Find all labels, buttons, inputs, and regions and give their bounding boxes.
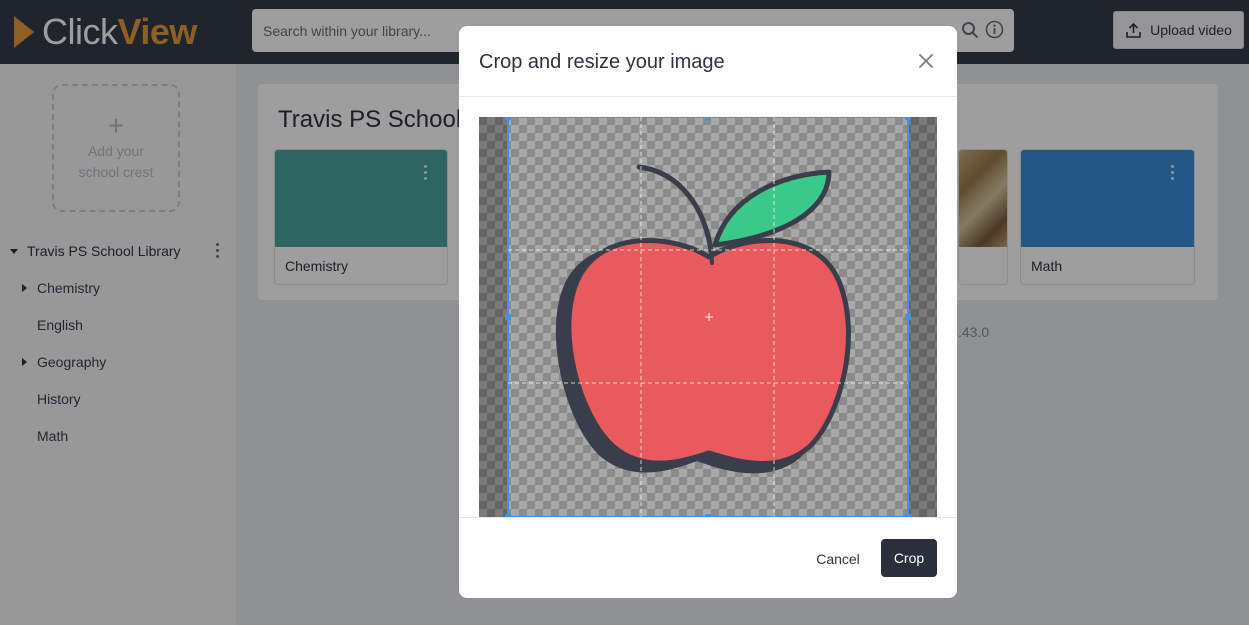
cancel-button[interactable]: Cancel: [805, 543, 871, 575]
crop-button[interactable]: Crop: [881, 539, 937, 577]
dialog-title: Crop and resize your image: [479, 51, 725, 73]
apple-image: [555, 164, 851, 474]
image-crop-area[interactable]: [479, 117, 937, 517]
dialog-divider: [459, 517, 957, 518]
close-icon[interactable]: [917, 52, 935, 70]
dialog-divider: [459, 96, 957, 97]
crop-image-dialog: Crop and resize your image Cancel Crop: [459, 26, 957, 598]
